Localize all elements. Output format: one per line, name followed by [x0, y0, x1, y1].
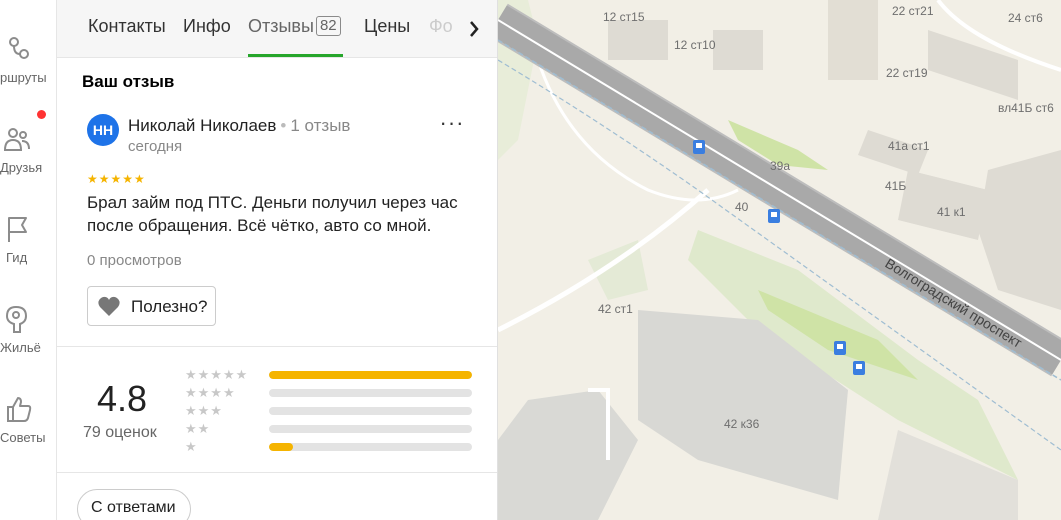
sidebar-item-friends[interactable]: Друзья: [0, 124, 56, 194]
divider: [57, 346, 497, 347]
separator-dot: •: [280, 116, 287, 135]
divider: [57, 472, 497, 473]
author-name[interactable]: Николай Николаев: [128, 116, 276, 135]
map-label: 41 к1: [937, 205, 966, 219]
sidebar-item-label: Жильё: [0, 340, 41, 355]
useful-button[interactable]: Полезно?: [87, 286, 216, 326]
map-label: 42 ст1: [598, 302, 633, 316]
sidebar-item-routes[interactable]: ршруты: [0, 34, 56, 104]
sidebar-item-label: ршруты: [0, 70, 47, 85]
rating-count: 79 оценок: [83, 424, 157, 441]
reviews-count-badge: 82: [315, 16, 341, 36]
chevron-right-icon[interactable]: [462, 16, 486, 42]
friends-icon: [3, 128, 30, 151]
distribution-bar[interactable]: [269, 371, 472, 379]
with-answers-filter[interactable]: С ответами: [77, 489, 191, 520]
sidebar-item-tips[interactable]: Советы: [0, 394, 56, 464]
distribution-bar[interactable]: [269, 425, 472, 433]
heart-icon: [98, 296, 120, 316]
author-review-count: 1 отзыв: [290, 116, 351, 135]
bus-stop-icon[interactable]: [693, 140, 705, 154]
distribution-stars: ★★★★★: [185, 367, 249, 382]
tab-photos[interactable]: Фо: [429, 16, 453, 37]
tab-info[interactable]: Инфо: [183, 16, 231, 37]
map-label: 41Б: [885, 179, 906, 193]
map-label: 24 ст6: [1008, 11, 1043, 25]
place-card-panel: Контакты Инфо Отзывы 82 Цены Фо Ваш отзыв…: [57, 0, 498, 520]
distribution-stars: ★★★★: [185, 385, 236, 400]
active-tab-indicator: [248, 54, 343, 57]
sidebar-item-guide[interactable]: Гид: [0, 214, 56, 284]
bus-stop-icon[interactable]: [768, 209, 780, 223]
distribution-stars: ★: [185, 439, 198, 454]
review-views: 0 просмотров: [87, 252, 182, 269]
notification-dot: [37, 110, 46, 119]
distribution-bar[interactable]: [269, 407, 472, 415]
filter-label: С ответами: [91, 499, 176, 516]
tab-contacts[interactable]: Контакты: [88, 16, 166, 37]
thumbs-up-icon: [7, 397, 32, 422]
map[interactable]: 12 ст15 12 ст10 22 ст21 24 ст6 22 ст19 в…: [498, 0, 1061, 520]
distribution-stars: ★★: [185, 421, 211, 436]
distribution-bar-fill: [269, 443, 294, 451]
flag-icon: [8, 217, 27, 242]
map-label: 12 ст10: [674, 38, 716, 52]
map-label: 22 ст21: [892, 4, 934, 18]
distribution-bar[interactable]: [269, 389, 472, 397]
review-author: Николай Николаев • 1 отзыв: [128, 116, 350, 136]
review-text: Брал займ под ПТС. Деньги получил через …: [87, 193, 458, 235]
map-label: вл41Б ст6: [998, 101, 1054, 115]
map-label: 41а ст1: [888, 139, 930, 153]
map-label: 39а: [770, 159, 790, 173]
your-review-title: Ваш отзыв: [82, 72, 175, 91]
map-label: 40: [735, 200, 749, 214]
routes-icon: [9, 37, 29, 59]
review-date: сегодня: [128, 138, 183, 155]
map-label: 12 ст15: [603, 10, 645, 24]
distribution-stars: ★★★: [185, 403, 223, 418]
tab-prices[interactable]: Цены: [364, 16, 410, 37]
sidebar-item-label: Гид: [6, 250, 28, 265]
map-label: 22 ст19: [886, 66, 928, 80]
sidebar-item-housing[interactable]: Жильё: [0, 304, 56, 374]
more-options-button[interactable]: ···: [437, 112, 467, 140]
tab-reviews[interactable]: Отзывы 82: [248, 16, 341, 37]
sidebar-item-label: Советы: [0, 430, 46, 445]
housing-icon: [5, 305, 28, 333]
left-sidebar: ршруты Друзья Гид Жильё Советы: [0, 0, 57, 520]
bus-stop-icon[interactable]: [834, 341, 846, 355]
map-label: 42 к36: [724, 417, 760, 431]
avatar[interactable]: НН: [87, 114, 119, 146]
sidebar-item-label: Друзья: [0, 160, 43, 175]
tab-bar: Контакты Инфо Отзывы 82 Цены Фо: [57, 0, 497, 58]
bus-stop-icon[interactable]: [853, 361, 865, 375]
distribution-bar[interactable]: [269, 443, 472, 451]
distribution-bar-fill: [269, 371, 472, 379]
review-stars: ★★★★★: [87, 172, 146, 186]
tab-reviews-label: Отзывы: [248, 16, 314, 36]
rating-value: 4.8: [97, 378, 148, 419]
useful-label: Полезно?: [131, 297, 208, 316]
